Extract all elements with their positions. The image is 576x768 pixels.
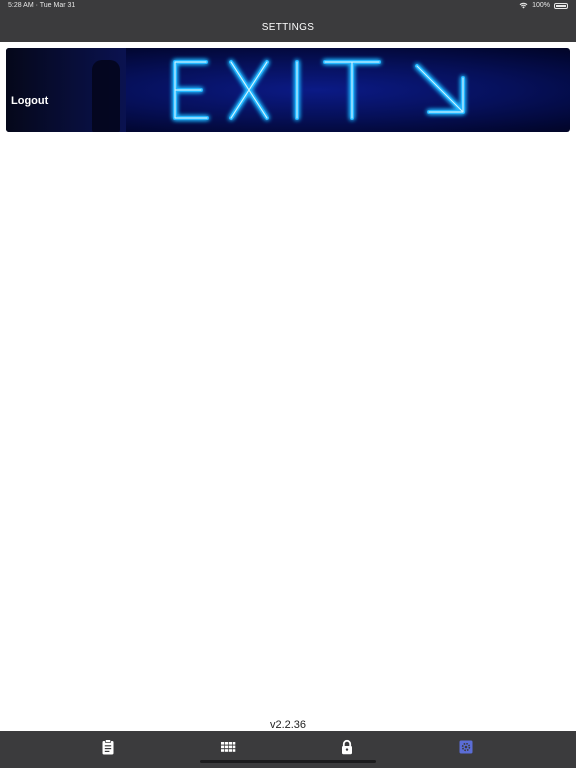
logout-banner[interactable]: Logout (6, 48, 570, 132)
wifi-icon (519, 2, 528, 9)
tab-grid[interactable] (208, 736, 248, 758)
clipboard-icon (102, 739, 114, 755)
grid-icon (221, 742, 236, 752)
battery-icon (554, 2, 568, 9)
battery-percent: 100% (532, 2, 550, 9)
version-label: v2.2.36 (269, 719, 307, 731)
status-indicators: 100% (519, 2, 568, 9)
lock-icon (342, 739, 352, 755)
exit-neon-sign-image (173, 60, 465, 120)
tab-settings[interactable] (446, 736, 486, 758)
tab-forms[interactable] (88, 736, 128, 758)
status-bar: 5:28 AM · Tue Mar 31 100% (0, 0, 576, 12)
home-indicator (200, 760, 376, 763)
logout-label: Logout (11, 95, 49, 107)
tab-lock[interactable] (327, 736, 367, 758)
page-title: SETTINGS (261, 22, 315, 33)
settings-content: Logout v2.2.36 (0, 42, 576, 731)
tab-bar (0, 731, 576, 768)
silhouette-figure (92, 60, 120, 132)
status-time-date: 5:28 AM · Tue Mar 31 (8, 2, 76, 9)
settings-gear-icon (459, 740, 473, 754)
navigation-bar: SETTINGS (0, 12, 576, 42)
